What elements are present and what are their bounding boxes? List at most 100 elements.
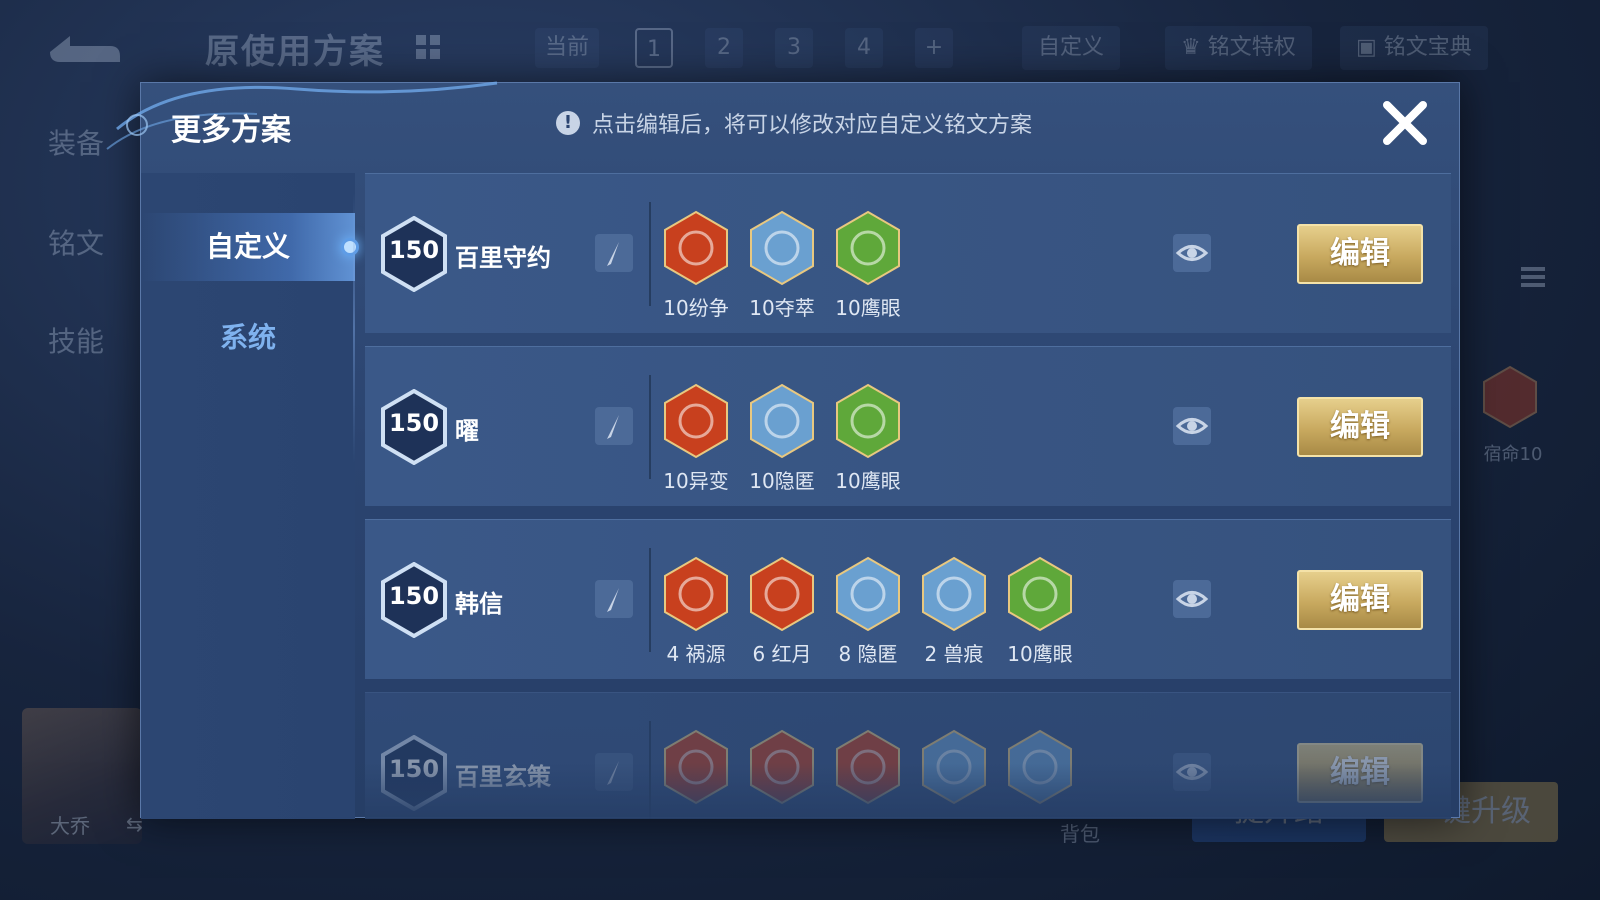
tab-plan-4[interactable]: 4 — [845, 28, 883, 68]
plan-row: 150 百里玄策 编辑 — [365, 692, 1451, 819]
pencil-icon — [607, 761, 619, 785]
tab-plan-1[interactable]: 1 — [635, 28, 673, 68]
rename-button[interactable] — [595, 753, 633, 791]
background-top-bar: 原使用方案 当前 1 2 3 4 + 自定义 ♛ 铭文特权 ▣ 铭文宝典 — [0, 0, 1600, 80]
rune-icon[interactable] — [1005, 729, 1075, 805]
pencil-icon — [607, 242, 619, 266]
rune-icon[interactable] — [747, 383, 817, 459]
rune-icon[interactable] — [661, 210, 731, 286]
plan-name: 曜 — [455, 417, 479, 445]
edit-button[interactable]: 编辑 — [1297, 224, 1423, 284]
rune-guide-button[interactable]: ▣ 铭文宝典 — [1340, 26, 1488, 70]
plan-name: 韩信 — [455, 590, 503, 618]
plan-category-sidebar: 自定义 系统 — [141, 173, 359, 819]
rune-label: 10夺萃 — [749, 296, 815, 320]
active-indicator-dot — [341, 238, 359, 256]
rune-icon[interactable] — [833, 383, 903, 459]
rune-icon[interactable] — [919, 729, 989, 805]
background-page-title: 原使用方案 — [205, 32, 385, 72]
level-number: 150 — [388, 755, 440, 783]
modal-title: 更多方案 — [171, 113, 291, 148]
rune-label: 8 隐匿 — [838, 642, 898, 666]
fate-rune-label: 宿命10 — [1483, 444, 1543, 465]
plan-list: 150 百里守约 10纷争 10夺萃 10鹰眼 编辑 150 曜 10异变 10隐匿 10鹰眼 编辑 1… — [365, 173, 1451, 819]
decorative-swirl — [106, 81, 498, 150]
left-nav-skills[interactable]: 技能 — [48, 320, 104, 360]
tab-plan-2[interactable]: 2 — [705, 28, 743, 68]
back-arrow-icon[interactable] — [40, 22, 124, 66]
rune-guide-label: 铭文宝典 — [1383, 35, 1472, 60]
modal-hint: ! 点击编辑后，将可以修改对应自定义铭文方案 — [556, 107, 1032, 139]
fate-rune-icon[interactable] — [1478, 365, 1542, 429]
edit-button[interactable]: 编辑 — [1297, 743, 1423, 803]
list-icon[interactable] — [1518, 262, 1548, 292]
rune-icon[interactable] — [747, 556, 817, 632]
pencil-icon — [607, 415, 619, 439]
custom-button[interactable]: 自定义 — [1022, 26, 1121, 70]
preview-button[interactable] — [1173, 753, 1211, 791]
plan-name: 百里玄策 — [455, 763, 551, 791]
rune-privilege-button[interactable]: ♛ 铭文特权 — [1165, 26, 1312, 70]
row-separator — [649, 202, 651, 306]
rune-icon[interactable] — [747, 210, 817, 286]
edit-button[interactable]: 编辑 — [1297, 570, 1423, 630]
plan-row: 150 百里守约 10纷争 10夺萃 10鹰眼 编辑 — [365, 173, 1451, 333]
hero-name: 大乔 — [50, 814, 90, 838]
grid-icon[interactable] — [413, 32, 443, 62]
more-plans-modal: 更多方案 ! 点击编辑后，将可以修改对应自定义铭文方案 自定义 系统 150 百里… — [106, 81, 1460, 819]
rename-button[interactable] — [595, 580, 633, 618]
tab-plan-3[interactable]: 3 — [775, 28, 813, 68]
rune-label: 4 祸源 — [666, 642, 726, 666]
preview-button[interactable] — [1173, 580, 1211, 618]
rune-label: 10纷争 — [663, 296, 729, 320]
rename-button[interactable] — [595, 234, 633, 272]
plan-name: 百里守约 — [455, 244, 551, 272]
plan-row: 150 曜 10异变 10隐匿 10鹰眼 编辑 — [365, 346, 1451, 506]
preview-button[interactable] — [1173, 407, 1211, 445]
eye-icon — [1175, 591, 1209, 607]
left-nav-runes[interactable]: 铭文 — [48, 222, 104, 262]
rune-label: 2 兽痕 — [924, 642, 984, 666]
rune-label: 10异变 — [663, 469, 729, 493]
row-separator — [649, 375, 651, 479]
tab-add-plan[interactable]: + — [915, 28, 953, 68]
info-icon: ! — [556, 111, 580, 135]
eye-icon — [1175, 418, 1209, 434]
rune-icon[interactable] — [919, 556, 989, 632]
tab-system[interactable]: 系统 — [141, 308, 355, 368]
hint-text: 点击编辑后，将可以修改对应自定义铭文方案 — [592, 113, 1033, 138]
close-button[interactable] — [1379, 97, 1431, 149]
rename-button[interactable] — [595, 407, 633, 445]
rune-label: 10鹰眼 — [835, 469, 901, 493]
rune-icon[interactable] — [661, 729, 731, 805]
book-icon: ▣ — [1356, 35, 1384, 60]
rune-privilege-label: 铭文特权 — [1207, 35, 1296, 60]
eye-icon — [1175, 245, 1209, 261]
rune-icon[interactable] — [661, 383, 731, 459]
pencil-icon — [607, 588, 619, 612]
crown-icon: ♛ — [1181, 35, 1208, 60]
level-number: 150 — [388, 582, 440, 610]
rune-icon[interactable] — [833, 210, 903, 286]
rune-label: 6 红月 — [752, 642, 812, 666]
rune-icon[interactable] — [833, 729, 903, 805]
row-separator — [649, 548, 651, 652]
preview-button[interactable] — [1173, 234, 1211, 272]
left-nav-equipment[interactable]: 装备 — [48, 122, 104, 162]
edit-button[interactable]: 编辑 — [1297, 397, 1423, 457]
plan-row: 150 韩信 4 祸源 6 红月 8 隐匿 2 兽痕 10鹰眼 编辑 — [365, 519, 1451, 679]
rune-icon[interactable] — [1005, 556, 1075, 632]
rune-label: 10鹰眼 — [1007, 642, 1073, 666]
rune-label: 10鹰眼 — [835, 296, 901, 320]
level-number: 150 — [388, 409, 440, 437]
rune-label: 10隐匿 — [749, 469, 815, 493]
backpack-label[interactable]: 背包 — [1060, 818, 1100, 847]
rune-icon[interactable] — [747, 729, 817, 805]
tab-current[interactable]: 当前 — [535, 28, 599, 68]
eye-icon — [1175, 764, 1209, 780]
tab-custom[interactable]: 自定义 — [141, 213, 355, 281]
rune-icon[interactable] — [661, 556, 731, 632]
row-separator — [649, 721, 651, 819]
rune-icon[interactable] — [833, 556, 903, 632]
level-number: 150 — [388, 236, 440, 264]
